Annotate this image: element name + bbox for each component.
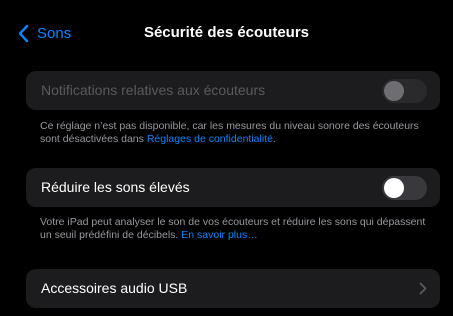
learn-more-link[interactable]: En savoir plus… <box>181 229 257 241</box>
reduce-loud-sounds-toggle[interactable] <box>382 176 427 200</box>
usb-audio-accessories-label: Accessoires audio USB <box>41 280 188 296</box>
reduce-loud-sounds-row: Réduire les sons élevés <box>26 168 440 207</box>
notifications-footer: Ce réglage n’est pas disponible, car les… <box>40 120 435 146</box>
navigation-bar: Sons Sécurité des écouteurs <box>0 0 453 64</box>
reduce-loud-sounds-footer: Votre iPad peut analyser le son de vos é… <box>40 216 435 242</box>
reduce-loud-sounds-label: Réduire les sons élevés <box>41 179 190 195</box>
notifications-row: Notifications relatives aux écouteurs <box>26 71 440 110</box>
notifications-row-label: Notifications relatives aux écouteurs <box>41 82 266 98</box>
notifications-footer-suffix: . <box>272 133 276 145</box>
page-title: Sécurité des écouteurs <box>143 24 310 41</box>
notifications-toggle[interactable] <box>382 79 427 103</box>
chevron-right-icon <box>419 282 427 295</box>
usb-audio-accessories-row[interactable]: Accessoires audio USB <box>26 269 440 308</box>
privacy-settings-link[interactable]: Réglages de confidentialité <box>147 133 273 145</box>
toggle-knob <box>384 178 404 198</box>
toggle-knob <box>384 81 404 101</box>
